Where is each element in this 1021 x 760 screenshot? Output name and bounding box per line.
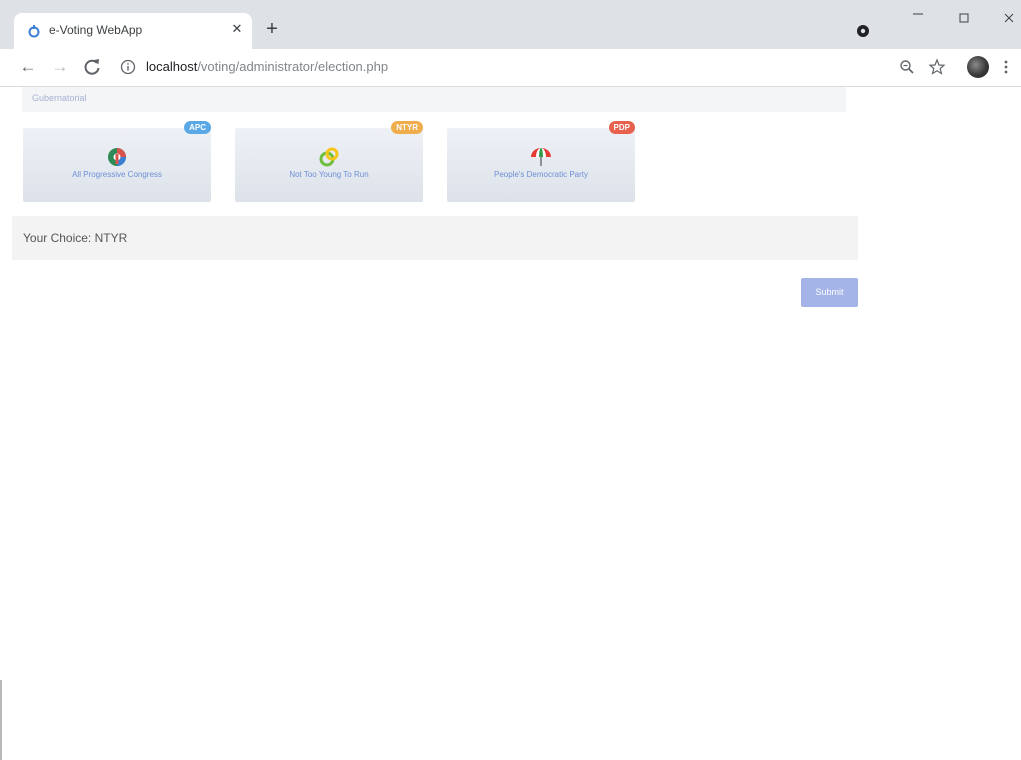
party-card-pdp[interactable]: PDP People's Democratic Party [447,121,635,202]
window-close-icon[interactable] [989,4,1021,34]
choice-text: Your Choice: NTYR [23,231,128,245]
choice-summary: Your Choice: NTYR [12,216,858,260]
ntyr-logo-icon [319,147,339,167]
apc-logo-icon [108,148,126,166]
tab-title: e-Voting WebApp [49,23,143,37]
zoom-icon[interactable] [898,58,916,76]
avatar[interactable] [967,56,989,78]
party-name: All Progressive Congress [72,170,162,179]
party-card-ntyr[interactable]: NTYR Not Too Young To Run [235,121,423,202]
favicon-icon [28,25,40,38]
party-badge: NTYR [391,121,423,134]
election-section-header: Gubernatorial [22,87,846,112]
window-edge [0,680,2,760]
back-icon[interactable]: ← [16,55,40,79]
plus-icon[interactable]: + [260,18,284,42]
menu-icon[interactable] [1000,58,1012,76]
star-icon[interactable] [928,58,946,76]
section-label: Gubernatorial [32,93,87,103]
party-badge: PDP [608,121,635,134]
reload-icon[interactable] [80,55,104,79]
party-badge: APC [184,121,211,134]
submit-button[interactable]: Submit [801,278,858,307]
forward-icon[interactable]: → [48,55,72,79]
url-path: /voting/administrator/election.php [197,59,389,74]
party-name: People's Democratic Party [493,170,588,179]
page-content: Gubernatorial APC All Progressive Congre… [0,87,1021,760]
minimize-icon[interactable] [898,4,938,34]
party-card-apc[interactable]: APC All Progressive Congress [23,121,211,202]
address-bar[interactable]: localhost/voting/administrator/election.… [146,59,388,74]
info-icon[interactable] [120,59,136,75]
url-host: localhost [146,59,198,74]
browser-tab[interactable]: e-Voting WebApp ✕ [14,13,252,49]
extension-icon[interactable] [854,22,872,40]
close-icon[interactable]: ✕ [228,20,246,38]
tab-strip: e-Voting WebApp ✕ + [0,0,1021,49]
browser-toolbar: ← → localhost/voting/administrator/elect… [0,49,1021,87]
party-name: Not Too Young To Run [289,170,369,179]
maximize-icon[interactable] [944,4,984,34]
pdp-umbrella-icon [531,148,551,166]
